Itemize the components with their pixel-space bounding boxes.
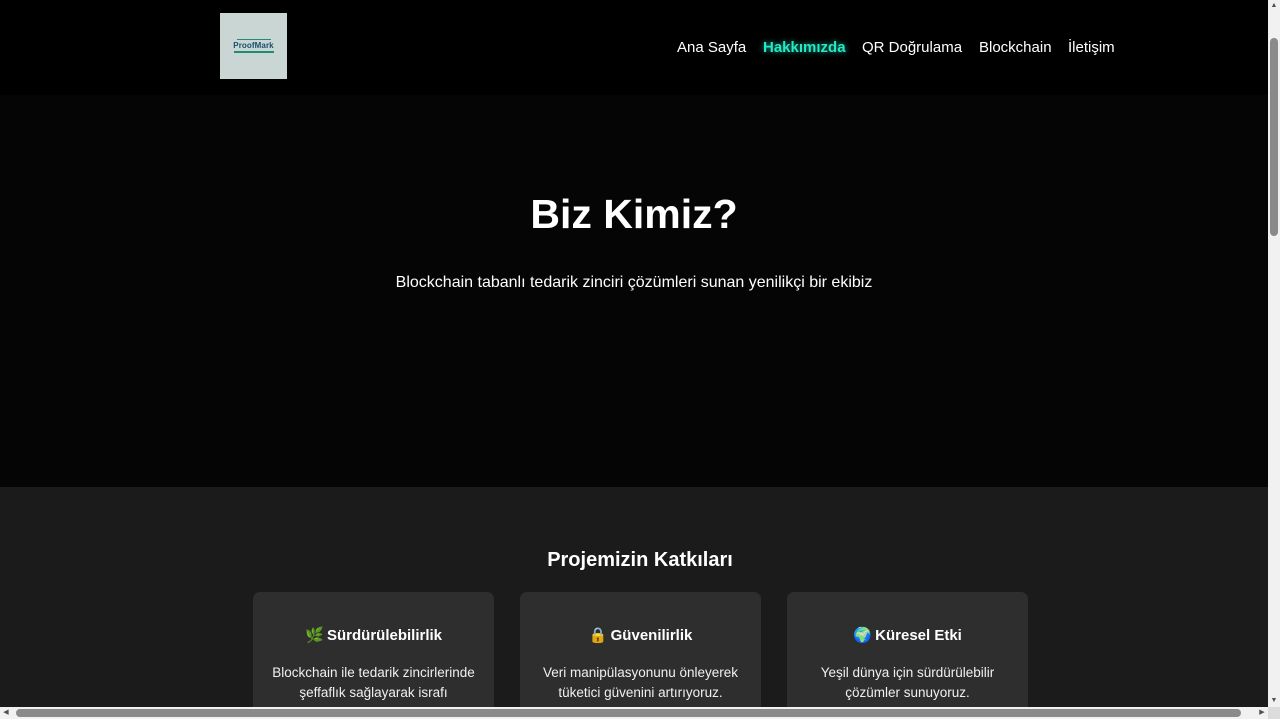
- nav-link-iletisim[interactable]: İletişim: [1068, 38, 1115, 58]
- contributions-section: Projemizin Katkıları 🌿 Sürdürülebilirlik …: [0, 487, 1268, 707]
- lock-icon: 🔒: [588, 627, 608, 644]
- leaf-icon: 🌿: [304, 627, 324, 644]
- vertical-scroll-thumb[interactable]: [1270, 38, 1278, 236]
- card-heading: 🔒 Güvenilirlik: [520, 626, 761, 646]
- card-description: Yeşil dünya için sürdürülebilir çözümler…: [820, 665, 995, 700]
- card-title: Sürdürülebilirlik: [326, 627, 443, 644]
- nav-link-qr-dogrulama[interactable]: QR Doğrulama: [862, 38, 962, 58]
- scroll-up-arrow-icon[interactable]: ▲: [1268, 0, 1280, 12]
- nav-link-ana-sayfa[interactable]: Ana Sayfa: [677, 38, 746, 58]
- card-kuresel-etki: 🌍 Küresel Etki Yeşil dünya için sürdürüle…: [787, 592, 1028, 707]
- scroll-down-arrow-icon[interactable]: ▼: [1268, 695, 1280, 707]
- hero-title: Biz Kimiz?: [530, 191, 738, 237]
- card-heading: 🌍 Küresel Etki: [787, 626, 1028, 646]
- card-description: Blockchain ile tedarik zincirlerinde şef…: [272, 665, 475, 700]
- scrollbar-corner: [1268, 707, 1280, 719]
- card-description: Veri manipülasyonunu önleyerek tüketici …: [542, 665, 739, 700]
- scroll-right-arrow-icon[interactable]: ▶: [1256, 707, 1268, 719]
- vertical-scrollbar[interactable]: ▲ ▼: [1268, 0, 1280, 707]
- nav-link-hakkimizda[interactable]: Hakkımızda: [763, 38, 846, 58]
- card-heading: 🌿 Sürdürülebilirlik: [253, 626, 494, 646]
- globe-icon: 🌍: [853, 627, 872, 644]
- page-viewport: ProofMark Ana Sayfa Hakkımızda QR Doğrul…: [0, 0, 1268, 707]
- horizontal-scrollbar[interactable]: ◀ ▶: [0, 707, 1268, 719]
- nav-link-blockchain[interactable]: Blockchain: [979, 38, 1052, 58]
- horizontal-scroll-thumb[interactable]: [16, 709, 1241, 717]
- hero-section: Biz Kimiz? Blockchain tabanlı tedarik zi…: [0, 95, 1268, 487]
- scroll-left-arrow-icon[interactable]: ◀: [0, 707, 12, 719]
- section-title: Projemizin Katkıları: [547, 549, 733, 571]
- card-surdurulebilirlik: 🌿 Sürdürülebilirlik Blockchain ile tedari…: [253, 592, 494, 707]
- card-title: Küresel Etki: [875, 627, 962, 644]
- card-guvenilirlik: 🔒 Güvenilirlik Veri manipülasyonunu önley…: [520, 592, 761, 707]
- hero-subtitle: Blockchain tabanlı tedarik zinciri çözüm…: [395, 274, 873, 291]
- site-header: ProofMark Ana Sayfa Hakkımızda QR Doğrul…: [0, 0, 1268, 95]
- main-nav: Ana Sayfa Hakkımızda QR Doğrulama Blockc…: [0, 38, 1268, 58]
- card-title: Güvenilirlik: [610, 627, 693, 644]
